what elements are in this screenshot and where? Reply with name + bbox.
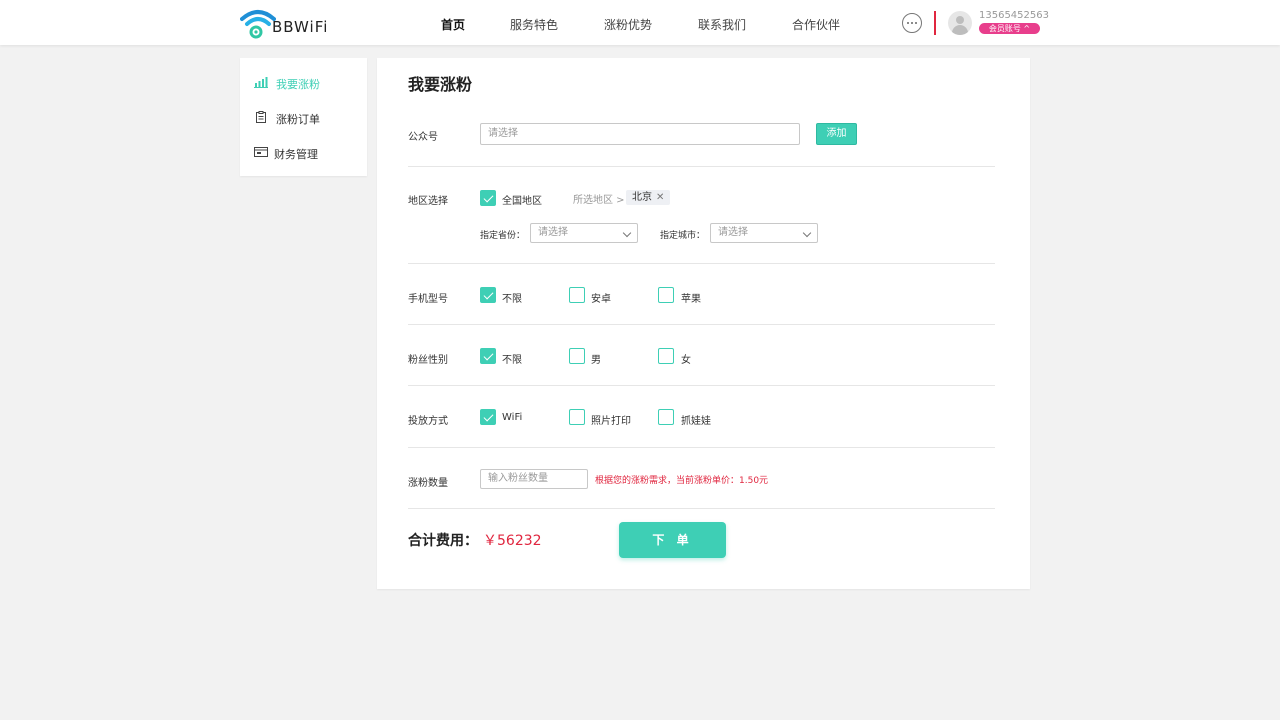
- sidebar-item-finance[interactable]: 财务管理: [240, 137, 367, 167]
- all-regions-label: 全国地区: [502, 196, 542, 207]
- quantity-input-placeholder: 输入粉丝数量: [488, 473, 548, 484]
- selected-region-tag-text: 北京: [632, 192, 652, 203]
- sidebar-item-label: 涨粉订单: [276, 113, 320, 126]
- clipboard-icon: [256, 111, 266, 123]
- brand-logo[interactable]: BBWiFi: [240, 7, 335, 39]
- message-icon[interactable]: [902, 13, 922, 33]
- grow-fans-form-panel: 我要涨粉 公众号 请选择 添加 地区选择 全国地区 所选地区 > 北京 ✕ 指定省…: [377, 58, 1030, 589]
- gender-option-label: 不限: [502, 355, 522, 366]
- phone-model-label: 手机型号: [408, 294, 448, 305]
- gender-label: 粉丝性别: [408, 355, 448, 366]
- divider: [408, 324, 995, 325]
- phone-model-android-checkbox[interactable]: [569, 287, 585, 303]
- user-phone: 13565452563: [979, 10, 1049, 21]
- bar-chart-icon: [254, 77, 268, 88]
- divider: [408, 166, 995, 167]
- total-cost-label: 合计费用：: [408, 533, 478, 549]
- account-label: 公众号: [408, 132, 438, 143]
- wallet-icon: [254, 147, 268, 157]
- province-select-placeholder: 请选择: [538, 227, 568, 238]
- all-regions-checkbox[interactable]: [480, 190, 496, 206]
- gender-male-checkbox[interactable]: [569, 348, 585, 364]
- divider: [408, 447, 995, 448]
- top-header: BBWiFi 首页 服务特色 涨粉优势 联系我们 合作伙伴 1356545256…: [0, 0, 1280, 45]
- price-hint: 根据您的涨粉需求，当前涨粉单价：1.50元: [595, 476, 769, 486]
- account-select[interactable]: 请选择: [480, 123, 800, 145]
- city-label: 指定城市：: [660, 231, 706, 241]
- phone-model-unlimited-checkbox[interactable]: [480, 287, 496, 303]
- delivery-label: 投放方式: [408, 416, 448, 427]
- sidebar-item-grow-fans[interactable]: 我要涨粉: [240, 67, 367, 97]
- phone-model-apple-checkbox[interactable]: [658, 287, 674, 303]
- total-cost-value: ￥56232: [483, 533, 542, 549]
- sidebar: 我要涨粉 涨粉订单 财务管理: [240, 58, 367, 176]
- delivery-option-label: 照片打印: [591, 416, 631, 427]
- sidebar-item-label: 我要涨粉: [276, 78, 320, 91]
- nav-contact[interactable]: 联系我们: [698, 16, 746, 33]
- selected-region-tag: 北京 ✕: [626, 190, 671, 205]
- selected-region-prefix: 所选地区 >: [573, 195, 625, 206]
- nav-home[interactable]: 首页: [441, 16, 465, 33]
- delivery-photo-print-checkbox[interactable]: [569, 409, 585, 425]
- gender-option-label: 女: [681, 355, 691, 366]
- account-select-placeholder: 请选择: [488, 128, 518, 139]
- delivery-wifi-checkbox[interactable]: [480, 409, 496, 425]
- gender-unlimited-checkbox[interactable]: [480, 348, 496, 364]
- province-label: 指定省份：: [480, 231, 526, 241]
- nav-services[interactable]: 服务特色: [510, 16, 558, 33]
- add-account-button[interactable]: 添加: [816, 123, 857, 145]
- city-select-placeholder: 请选择: [718, 227, 748, 238]
- nav-partners[interactable]: 合作伙伴: [792, 16, 840, 33]
- avatar[interactable]: [948, 11, 972, 35]
- phone-model-option-label: 苹果: [681, 294, 701, 305]
- region-label: 地区选择: [408, 196, 448, 207]
- logo-text: BBWiFi: [272, 18, 329, 36]
- delivery-claw-machine-checkbox[interactable]: [658, 409, 674, 425]
- quantity-label: 涨粉数量: [408, 478, 448, 489]
- gender-option-label: 男: [591, 355, 601, 366]
- province-select[interactable]: 请选择: [530, 223, 638, 243]
- divider: [408, 385, 995, 386]
- chevron-down-icon: [802, 228, 812, 238]
- delivery-option-label: WiFi: [502, 412, 523, 423]
- place-order-button[interactable]: 下 单: [619, 522, 726, 558]
- wifi-logo-icon: [240, 10, 276, 39]
- quantity-input[interactable]: 输入粉丝数量: [480, 469, 588, 489]
- delivery-option-label: 抓娃娃: [681, 416, 711, 427]
- divider: [408, 508, 995, 509]
- header-divider: [934, 11, 936, 35]
- gender-female-checkbox[interactable]: [658, 348, 674, 364]
- remove-tag-icon[interactable]: ✕: [656, 192, 664, 203]
- nav-advantages[interactable]: 涨粉优势: [604, 16, 652, 33]
- city-select[interactable]: 请选择: [710, 223, 818, 243]
- sidebar-item-label: 财务管理: [274, 148, 318, 161]
- chevron-down-icon: [622, 228, 632, 238]
- phone-model-option-label: 不限: [502, 294, 522, 305]
- divider: [408, 263, 995, 264]
- sidebar-item-orders[interactable]: 涨粉订单: [240, 102, 367, 132]
- member-account-badge[interactable]: 会员账号 ^: [979, 23, 1040, 34]
- page-title: 我要涨粉: [408, 75, 473, 94]
- phone-model-option-label: 安卓: [591, 294, 611, 305]
